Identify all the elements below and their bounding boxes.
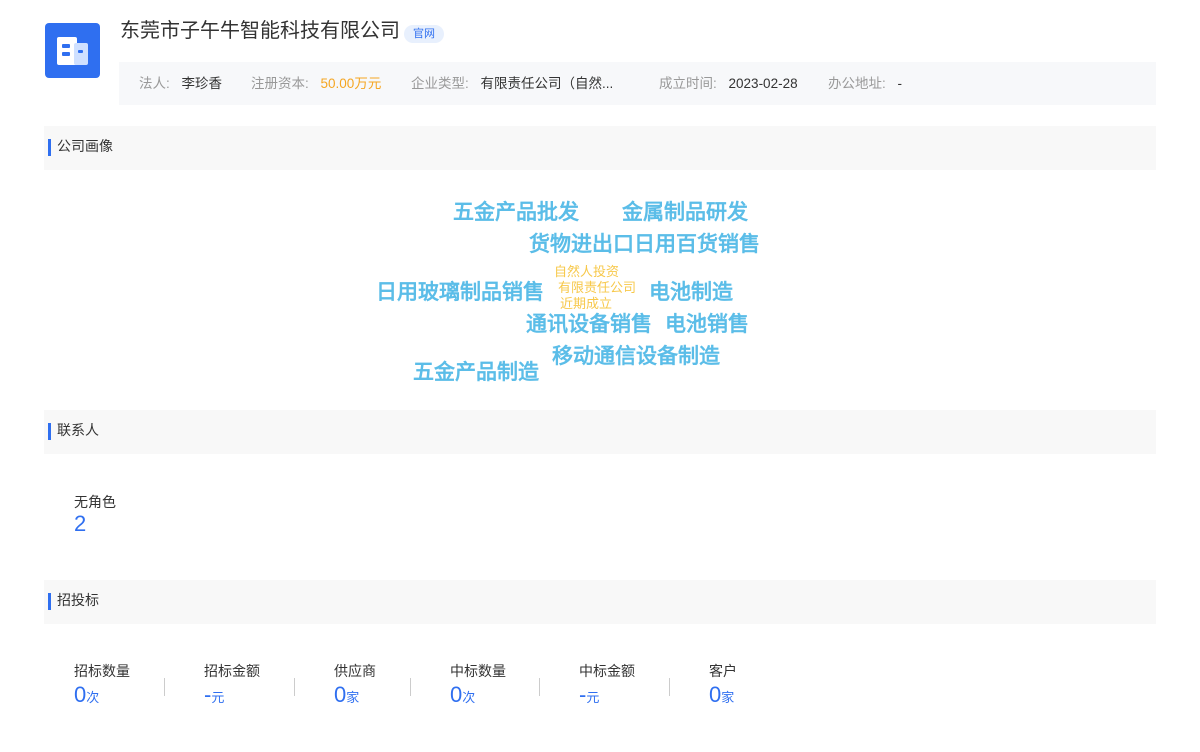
stat-divider: [164, 678, 165, 696]
stat-divider: [294, 678, 295, 696]
stat-label: 供应商: [334, 663, 376, 679]
registered-capital-value: 50.00万元: [320, 76, 382, 91]
cloud-word[interactable]: 金属制品研发: [622, 202, 748, 223]
cloud-word[interactable]: 电池销售: [665, 314, 749, 335]
company-logo: [45, 23, 100, 78]
stat-win-amount: 中标金额 -元: [579, 662, 635, 708]
stat-value[interactable]: -元: [204, 682, 260, 708]
registered-capital: 注册资本: 50.00万元: [251, 62, 381, 105]
stat-value[interactable]: 0家: [709, 682, 737, 708]
stat-label: 中标金额: [579, 663, 635, 679]
company-type: 企业类型: 有限责任公司（自然...: [411, 62, 613, 105]
stat-suppliers: 供应商 0家: [334, 662, 376, 708]
cloud-word[interactable]: 五金产品批发: [453, 202, 579, 223]
stat-label: 招标金额: [204, 663, 260, 679]
stat-value[interactable]: 0次: [450, 682, 506, 708]
cloud-word[interactable]: 自然人投资: [554, 265, 619, 278]
cloud-word[interactable]: 通讯设备销售: [526, 314, 652, 335]
cloud-word[interactable]: 电池制造: [649, 282, 733, 303]
registered-capital-label: 注册资本:: [251, 76, 309, 91]
stat-divider: [410, 678, 411, 696]
official-site-badge[interactable]: 官网: [404, 25, 444, 43]
stat-label: 招标数量: [74, 663, 130, 679]
section-portrait-title: 公司画像: [57, 138, 113, 154]
company-info-bar: 法人: 李珍香 注册资本: 50.00万元 企业类型: 有限责任公司（自然...…: [119, 62, 1156, 105]
cloud-word[interactable]: 近期成立: [560, 297, 612, 310]
founded-date: 成立时间: 2023-02-28: [659, 62, 798, 105]
cloud-word[interactable]: 有限责任公司: [558, 281, 636, 294]
legal-rep-value[interactable]: 李珍香: [182, 76, 223, 91]
building-icon: [57, 37, 88, 65]
stat-value[interactable]: -元: [579, 682, 635, 708]
office-address-label: 办公地址:: [828, 76, 886, 91]
stat-customers: 客户 0家: [709, 662, 737, 708]
stat-label: 中标数量: [450, 663, 506, 679]
stat-label: 客户: [709, 663, 737, 679]
stat-win-count: 中标数量 0次: [450, 662, 506, 708]
founded-date-value: 2023-02-28: [728, 76, 798, 91]
section-bidding-header: 招投标: [44, 580, 1156, 624]
section-bidding-title: 招投标: [57, 592, 99, 608]
office-address: 办公地址: -: [828, 62, 902, 105]
company-name: 东莞市子午牛智能科技有限公司: [120, 20, 400, 42]
cloud-word[interactable]: 货物进出口日用百货销售: [529, 234, 760, 255]
company-type-value: 有限责任公司（自然...: [480, 76, 614, 91]
company-type-label: 企业类型:: [411, 76, 469, 91]
stat-value[interactable]: 0次: [74, 682, 130, 708]
section-contacts-title: 联系人: [57, 422, 99, 438]
stat-tender-amount: 招标金额 -元: [204, 662, 260, 708]
stat-tender-count: 招标数量 0次: [74, 662, 130, 708]
contact-role-label: 无角色: [74, 494, 116, 510]
stat-divider: [669, 678, 670, 696]
section-accent-bar: [48, 423, 51, 440]
stat-divider: [539, 678, 540, 696]
cloud-word[interactable]: 移动通信设备制造: [552, 346, 720, 367]
section-accent-bar: [48, 139, 51, 156]
section-portrait-header: 公司画像: [44, 126, 1156, 170]
cloud-word[interactable]: 日用玻璃制品销售: [376, 282, 544, 303]
stat-value[interactable]: 0家: [334, 682, 376, 708]
contact-role-count[interactable]: 2: [74, 511, 86, 537]
section-contacts-header: 联系人: [44, 410, 1156, 454]
legal-rep-label: 法人:: [139, 76, 170, 91]
legal-rep: 法人: 李珍香: [139, 62, 222, 105]
cloud-word[interactable]: 五金产品制造: [413, 362, 539, 383]
office-address-value: -: [897, 76, 903, 91]
founded-date-label: 成立时间:: [659, 76, 717, 91]
section-accent-bar: [48, 593, 51, 610]
